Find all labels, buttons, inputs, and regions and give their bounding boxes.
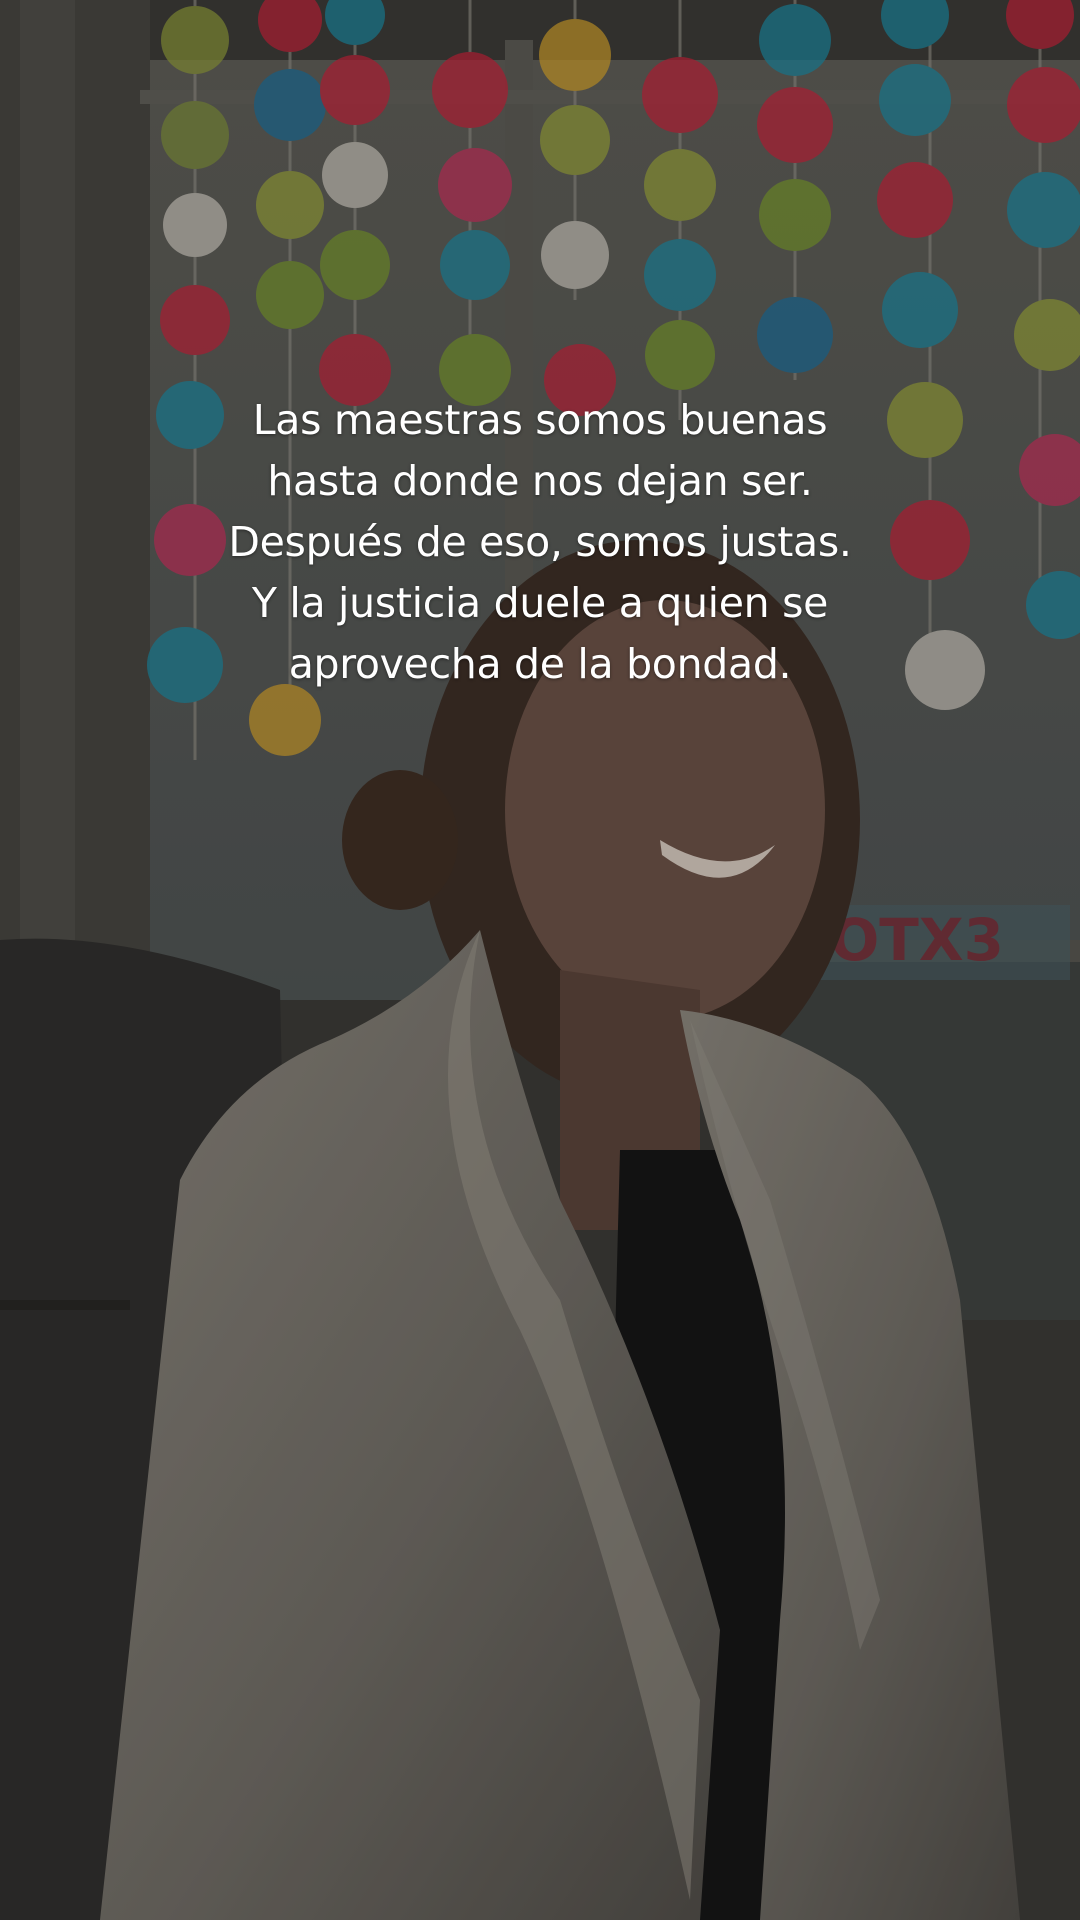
caption-line: Después de eso, somos justas. xyxy=(228,518,852,566)
caption-line: aprovecha de la bondad. xyxy=(288,640,792,688)
video-frame: OTX3 Las maestras somos buenas hasta don… xyxy=(0,0,1080,1920)
background-photo: OTX3 xyxy=(0,0,1080,1920)
svg-text:OTX3: OTX3 xyxy=(830,906,1004,974)
caption-line: Y la justicia duele a quien se xyxy=(251,579,829,627)
caption-line: hasta donde nos dejan ser. xyxy=(267,457,813,505)
quote-caption: Las maestras somos buenas hasta donde no… xyxy=(90,390,990,695)
caption-line: Las maestras somos buenas xyxy=(252,396,828,444)
